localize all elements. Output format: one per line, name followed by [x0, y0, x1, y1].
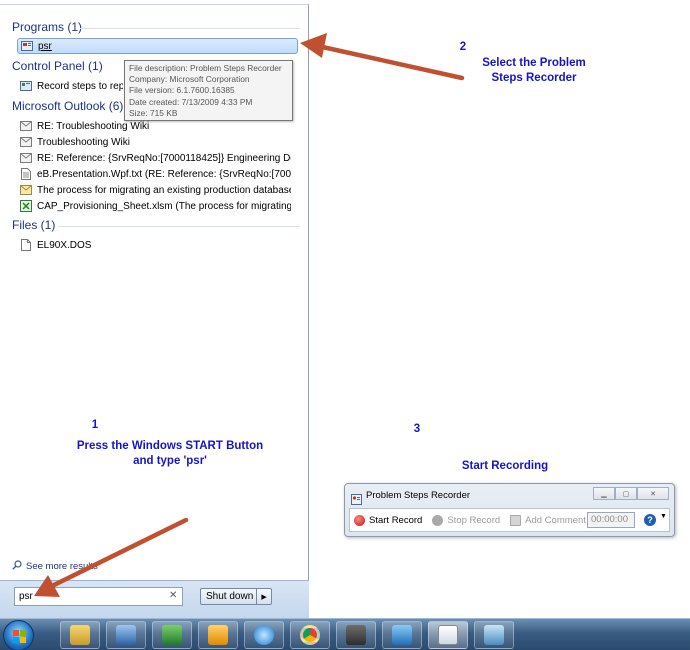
- taskbar-remote-desktop[interactable]: [106, 621, 146, 649]
- taskbar-recorder[interactable]: [428, 621, 468, 649]
- help-dropdown-icon[interactable]: ▼: [660, 513, 667, 520]
- chrome-icon: [300, 625, 320, 645]
- stop-record-button[interactable]: Stop Record: [432, 514, 501, 526]
- remote-desktop-icon: [116, 625, 136, 645]
- lync-icon: [392, 625, 412, 645]
- record-icon: [354, 514, 365, 526]
- app-icon: [484, 625, 504, 645]
- psr-toolbar: Start Record Stop Record Add Comment 00:…: [349, 508, 670, 532]
- start-record-button[interactable]: Start Record: [354, 514, 423, 526]
- maximize-button[interactable]: ▢: [615, 487, 637, 500]
- start-record-label: Start Record: [369, 514, 423, 526]
- taskbar-excel[interactable]: [152, 621, 192, 649]
- arrow-step2-head: [300, 33, 327, 58]
- stop-record-label: Stop Record: [447, 514, 501, 526]
- outlook-icon: [208, 625, 228, 645]
- taskbar-chrome[interactable]: [290, 621, 330, 649]
- close-button[interactable]: ✕: [637, 487, 669, 500]
- taskbar-app[interactable]: [474, 621, 514, 649]
- problem-steps-recorder-window[interactable]: Problem Steps Recorder ▁ ▢ ✕ Start Recor…: [344, 483, 675, 537]
- psr-app-icon: [351, 490, 362, 505]
- psr-title: Problem Steps Recorder: [366, 490, 471, 501]
- add-comment-button[interactable]: Add Comment: [510, 514, 586, 526]
- comment-icon: [510, 514, 522, 526]
- add-comment-label: Add Comment: [525, 514, 586, 526]
- taskbar-lync[interactable]: [382, 621, 422, 649]
- taskbar-outlook[interactable]: [198, 621, 238, 649]
- arrow-step2: [315, 43, 465, 81]
- psr-titlebar[interactable]: Problem Steps Recorder ▁ ▢ ✕: [345, 484, 674, 506]
- minimize-button[interactable]: ▁: [593, 487, 615, 500]
- elapsed-timer: 00:00:00: [587, 512, 635, 528]
- windows-logo-icon: [13, 630, 26, 643]
- stop-icon: [432, 514, 444, 526]
- windows-start-button[interactable]: [3, 620, 34, 650]
- annotation-arrows: [34, 33, 465, 597]
- taskbar-windows-explorer[interactable]: [60, 621, 100, 649]
- network-icon: [346, 625, 366, 645]
- recorder-icon: [438, 625, 458, 645]
- internet-explorer-icon: [254, 625, 274, 645]
- arrow-step1: [49, 517, 189, 589]
- folder-icon: [70, 625, 90, 645]
- screenshot: Programs (1) psr Control Panel (1) Recor…: [0, 0, 690, 650]
- taskbar-internet-explorer[interactable]: [244, 621, 284, 649]
- taskbar: [0, 618, 690, 650]
- excel-icon: [162, 625, 182, 645]
- taskbar-network[interactable]: [336, 621, 376, 649]
- help-icon[interactable]: ?: [644, 514, 656, 526]
